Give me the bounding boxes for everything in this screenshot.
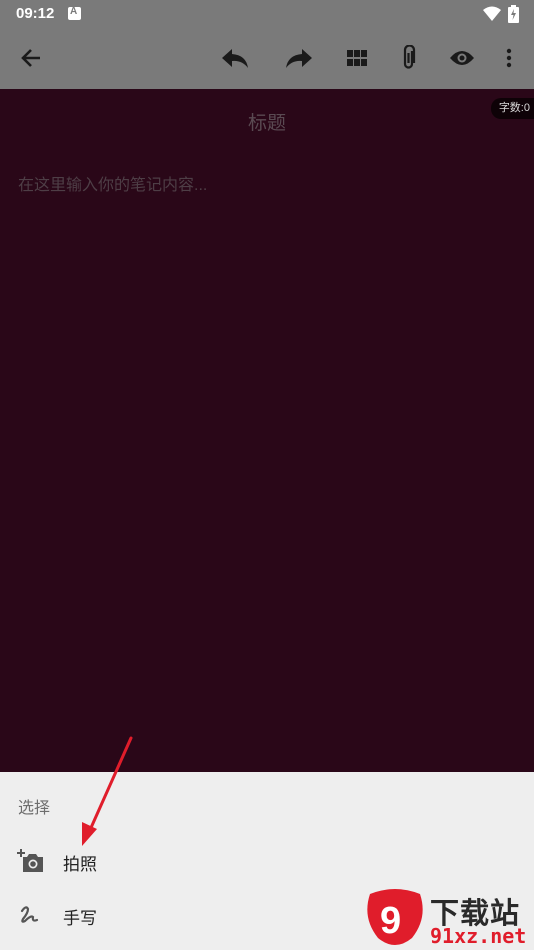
status-time: 09:12	[16, 5, 55, 22]
handwriting-label: 手写	[63, 909, 97, 928]
editor-toolbar	[0, 27, 534, 89]
grid-icon	[347, 50, 367, 66]
title-input[interactable]: 标题	[0, 108, 534, 135]
arrow-left-icon	[21, 49, 40, 67]
back-button[interactable]	[15, 42, 47, 74]
take-photo-option[interactable]: 拍照	[0, 835, 534, 885]
take-photo-label: 拍照	[63, 855, 97, 874]
undo-button[interactable]	[219, 42, 251, 74]
watermark: 9 下载站 91xz.net	[362, 888, 534, 950]
more-options-button[interactable]	[493, 42, 525, 74]
eye-icon	[450, 51, 474, 65]
a-letter-icon	[68, 6, 81, 20]
status-bar: 09:12	[0, 0, 534, 27]
handwriting-icon	[20, 906, 39, 923]
svg-text:9: 9	[380, 900, 401, 942]
undo-icon	[222, 49, 248, 68]
battery-charging-icon	[508, 5, 519, 23]
attach-button[interactable]	[393, 42, 425, 74]
grid-button[interactable]	[341, 42, 373, 74]
add-camera-icon	[17, 849, 43, 872]
paperclip-icon	[403, 45, 416, 69]
more-vert-icon	[506, 48, 512, 68]
redo-button[interactable]	[283, 42, 315, 74]
watermark-url: 91xz.net	[430, 924, 527, 948]
sheet-title: 选择	[18, 800, 51, 817]
body-input[interactable]: 在这里输入你的笔记内容...	[18, 171, 207, 195]
wifi-icon	[483, 6, 501, 21]
preview-button[interactable]	[446, 42, 478, 74]
redo-icon	[286, 49, 312, 68]
note-editor[interactable]: 字数:0 标题 在这里输入你的笔记内容...	[0, 89, 534, 772]
site-logo: 9	[367, 889, 423, 945]
